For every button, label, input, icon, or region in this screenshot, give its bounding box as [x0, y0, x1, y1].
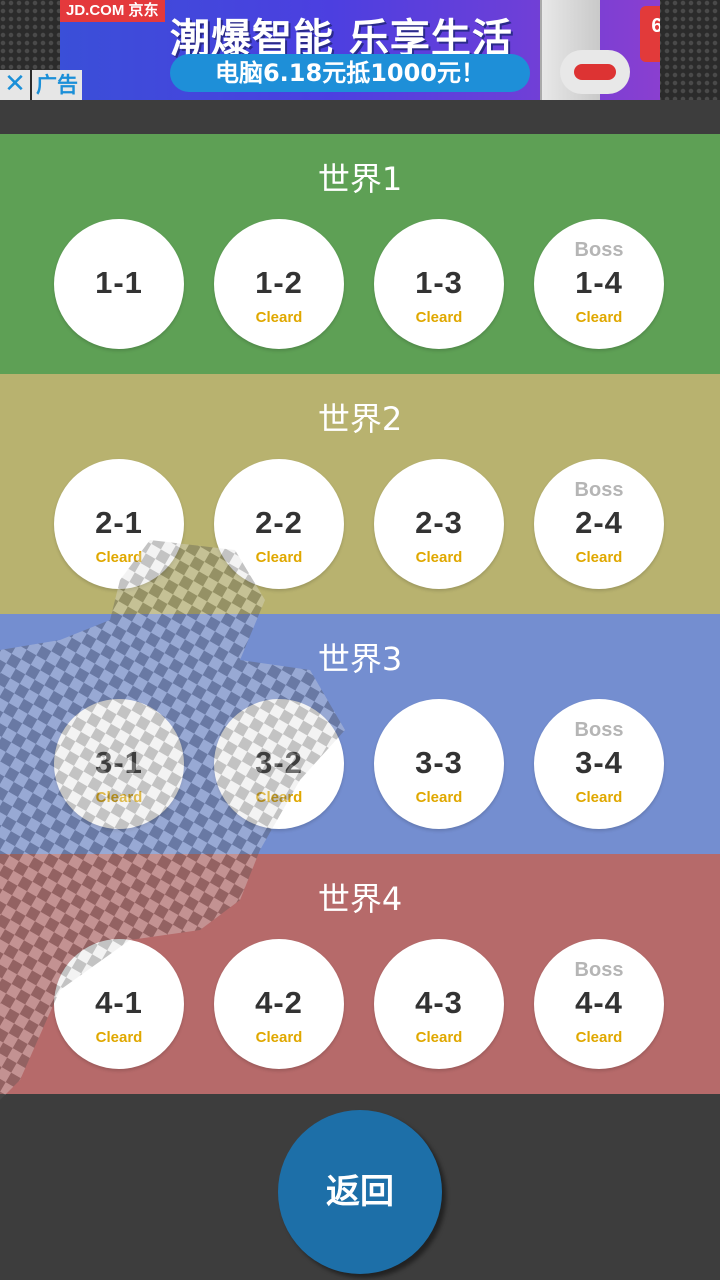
level-number: 1-4: [575, 265, 623, 300]
world-title: 世界1: [317, 160, 403, 198]
level-number: 2-4: [575, 505, 623, 540]
level-button-3-1[interactable]: 3-1 Cleard: [54, 699, 184, 829]
level-number: 3-3: [415, 745, 463, 780]
world-section-1: 世界1 1-1 1-2 Cleard 1-3 Cleard Boss 1-4 C…: [0, 134, 720, 374]
world-title: 世界4: [317, 880, 403, 918]
level-status: Cleard: [415, 1029, 463, 1046]
level-number: 1-1: [95, 265, 143, 300]
level-number: 3-4: [575, 745, 623, 780]
world-section-3: 世界3 3-1 Cleard 3-2 Cleard 3-3 Cleard Bos…: [0, 614, 720, 854]
level-number: 1-3: [415, 265, 463, 300]
world-title: 世界3: [317, 640, 403, 678]
boss-label: Boss: [574, 959, 624, 981]
level-status: Cleard: [575, 789, 623, 806]
level-button-1-3[interactable]: 1-3 Cleard: [374, 219, 504, 349]
world-title: 世界2: [317, 400, 403, 438]
level-button-4-1[interactable]: 4-1 Cleard: [54, 939, 184, 1069]
level-button-1-1[interactable]: 1-1: [54, 219, 184, 349]
level-button-3-4[interactable]: Boss 3-4 Cleard: [534, 699, 664, 829]
ad-brand-logo: JD.COM 京东: [60, 0, 165, 22]
level-button-2-2[interactable]: 2-2 Cleard: [214, 459, 344, 589]
boss-label: Boss: [574, 479, 624, 501]
close-icon[interactable]: ✕: [0, 70, 30, 100]
level-number: 4-4: [575, 985, 623, 1020]
level-button-2-3[interactable]: 2-3 Cleard: [374, 459, 504, 589]
level-status: Cleard: [255, 1029, 303, 1046]
level-number: 2-3: [415, 505, 463, 540]
level-status: Cleard: [415, 549, 463, 566]
ad-label: 广告: [32, 70, 82, 100]
level-button-4-2[interactable]: 4-2 Cleard: [214, 939, 344, 1069]
back-button[interactable]: 返回: [278, 1110, 442, 1274]
world-section-4: 世界4 4-1 Cleard 4-2 Cleard 4-3 Cleard Bos…: [0, 854, 720, 1094]
level-status: Cleard: [95, 789, 143, 806]
ad-618-badge: 618: [640, 6, 660, 62]
boss-label: Boss: [574, 239, 624, 261]
level-button-4-4[interactable]: Boss 4-4 Cleard: [534, 939, 664, 1069]
level-button-1-4[interactable]: Boss 1-4 Cleard: [534, 219, 664, 349]
level-button-3-2[interactable]: 3-2 Cleard: [214, 699, 344, 829]
level-number: 2-1: [95, 505, 143, 540]
level-number: 1-2: [255, 265, 303, 300]
level-status: Cleard: [415, 309, 463, 326]
level-button-1-2[interactable]: 1-2 Cleard: [214, 219, 344, 349]
world-section-2: 世界2 2-1 Cleard 2-2 Cleard 2-3 Cleard Bos…: [0, 374, 720, 614]
level-number: 3-1: [95, 745, 143, 780]
level-status: Cleard: [575, 1029, 623, 1046]
level-status: Cleard: [255, 789, 303, 806]
level-button-4-3[interactable]: 4-3 Cleard: [374, 939, 504, 1069]
level-button-2-4[interactable]: Boss 2-4 Cleard: [534, 459, 664, 589]
ad-robot-image: [560, 50, 630, 94]
boss-label: Boss: [574, 719, 624, 741]
ad-offer: 电脑6.18元抵1000元！: [170, 54, 530, 92]
level-number: 2-2: [255, 505, 303, 540]
level-number: 4-2: [255, 985, 303, 1020]
level-status: Cleard: [95, 549, 143, 566]
level-status: Cleard: [255, 549, 303, 566]
level-status: Cleard: [575, 309, 623, 326]
level-button-3-3[interactable]: 3-3 Cleard: [374, 699, 504, 829]
level-number: 3-2: [255, 745, 303, 780]
level-status: Cleard: [415, 789, 463, 806]
level-status: Cleard: [255, 309, 303, 326]
ad-banner[interactable]: JD.COM 京东 潮爆智能 乐享生活 电脑6.18元抵1000元！ 618: [60, 0, 660, 100]
level-status: Cleard: [575, 549, 623, 566]
level-number: 4-3: [415, 985, 463, 1020]
level-button-2-1[interactable]: 2-1 Cleard: [54, 459, 184, 589]
ad-area: JD.COM 京东 潮爆智能 乐享生活 电脑6.18元抵1000元！ 618 ✕…: [0, 0, 720, 100]
level-status: Cleard: [95, 1029, 143, 1046]
level-number: 4-1: [95, 985, 143, 1020]
